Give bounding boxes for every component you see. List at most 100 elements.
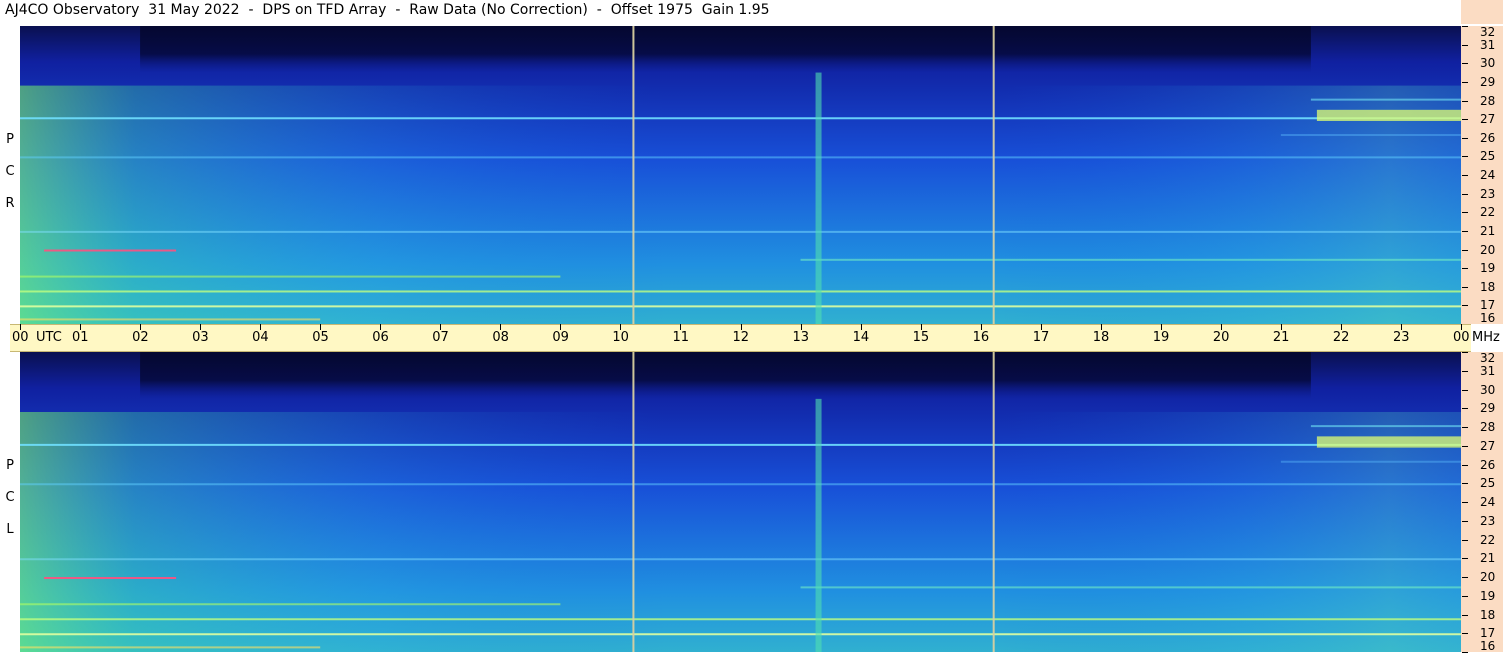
freq-tick-label: 18 — [1480, 607, 1496, 622]
freq-tick — [1462, 26, 1468, 27]
freq-tick — [1462, 352, 1468, 353]
freq-tick — [1462, 595, 1468, 597]
vertical-marker-line — [992, 352, 995, 652]
rcp-letter-p: R — [5, 196, 15, 211]
interference-line — [20, 558, 1461, 561]
interference-line — [20, 443, 1461, 446]
vertical-marker-line — [992, 26, 995, 324]
lcp-side-label: P C L — [0, 352, 20, 652]
freq-tick — [1462, 633, 1468, 635]
time-tick-label: 22 — [1332, 330, 1350, 345]
time-tick-label: 01 — [72, 330, 89, 345]
freq-tick — [1462, 652, 1468, 653]
quiet-band — [140, 352, 1311, 399]
interference-column — [815, 398, 822, 652]
rcp-letter-r: P — [6, 132, 14, 147]
time-tick-label: 05 — [312, 330, 329, 345]
interference-line — [20, 117, 1461, 120]
time-tick-label: 13 — [792, 330, 810, 345]
interference-line — [20, 305, 1461, 308]
freq-tick-label: 31 — [1480, 363, 1496, 378]
time-tick-label: 04 — [252, 330, 269, 345]
interference-line — [800, 586, 1461, 589]
freq-tick-label: 29 — [1480, 74, 1496, 89]
spectrogram-svg — [20, 352, 1461, 652]
freq-tick-label: 32 — [1480, 351, 1496, 365]
freq-tick — [1462, 268, 1468, 270]
freq-tick-label: 28 — [1480, 93, 1496, 108]
time-tick-label: 20 — [1212, 330, 1230, 345]
interference-line — [20, 318, 321, 321]
lcp-spectrogram — [20, 352, 1461, 652]
freq-tick-label: 26 — [1480, 130, 1496, 145]
spectrogram-svg — [20, 26, 1461, 324]
time-tick-label: 06 — [372, 330, 389, 345]
freq-tick-label: 21 — [1480, 551, 1496, 566]
freq-tick — [1462, 577, 1468, 578]
freq-tick-label: 23 — [1480, 513, 1496, 528]
freq-tick-label: 32 — [1480, 25, 1496, 39]
vertical-marker-line — [632, 26, 635, 324]
rcp-letter-c: C — [5, 164, 15, 179]
freq-tick-label: 17 — [1480, 626, 1496, 641]
lcp-letter-c: C — [5, 490, 15, 505]
freq-tick — [1462, 63, 1468, 65]
freq-tick — [1462, 193, 1468, 195]
chart-title: AJ4CO Observatory 31 May 2022 - DPS on T… — [5, 2, 770, 18]
freq-tick-label: 27 — [1480, 112, 1496, 127]
freq-tick — [1462, 408, 1468, 410]
time-tick-label: 03 — [192, 330, 209, 345]
mhz-unit-label: MHz — [1472, 330, 1500, 345]
time-tick-label: 08 — [492, 330, 509, 345]
interference-line — [20, 646, 321, 649]
time-tick-label: 18 — [1092, 330, 1110, 345]
freq-tick-label: 25 — [1480, 476, 1496, 491]
time-tick-label: 16 — [972, 330, 990, 345]
freq-tick-label: 16 — [1480, 311, 1496, 325]
interference-line — [44, 249, 177, 252]
cb-band-activity — [1316, 109, 1461, 121]
time-tick-label: 21 — [1272, 330, 1290, 345]
freq-tick-label: 24 — [1480, 495, 1496, 509]
time-tick-label: 02 — [132, 330, 149, 345]
freq-tick-label: 30 — [1480, 382, 1496, 397]
interference-line — [20, 618, 1461, 621]
freq-tick-label: 18 — [1480, 279, 1496, 294]
freq-tick-label: 30 — [1480, 56, 1496, 71]
interference-line — [20, 290, 1461, 293]
interference-line — [20, 633, 1461, 636]
time-tick-label: 11 — [672, 330, 689, 345]
freq-tick — [1462, 539, 1468, 541]
freq-tick-label: 22 — [1480, 205, 1496, 220]
freq-tick — [1462, 249, 1468, 251]
time-tick-label: 12 — [732, 330, 750, 345]
freq-tick-label: 20 — [1480, 570, 1496, 584]
freq-tick — [1462, 119, 1468, 121]
time-tick-label: 09 — [552, 330, 569, 345]
interference-line — [20, 156, 1461, 159]
time-tick-label: 14 — [852, 330, 870, 345]
freq-tick — [1462, 614, 1468, 616]
spectrogram-glow — [20, 412, 1461, 652]
freq-tick — [1462, 81, 1468, 83]
freq-tick-label: 20 — [1480, 242, 1496, 257]
interference-line — [1310, 98, 1461, 101]
freq-tick — [1462, 156, 1468, 158]
time-tick-label: 17 — [1032, 330, 1050, 345]
freq-tick — [1462, 464, 1468, 466]
freq-tick-label: 22 — [1480, 532, 1496, 547]
freq-tick-label: 31 — [1480, 37, 1496, 52]
freq-tick-label: 16 — [1480, 639, 1496, 653]
interference-line — [20, 603, 561, 606]
interference-line — [1280, 460, 1461, 463]
cb-band-activity — [1316, 436, 1461, 448]
freq-tick — [1462, 286, 1468, 288]
freq-tick — [1462, 175, 1468, 176]
interference-line — [1280, 134, 1461, 137]
freq-tick — [1462, 100, 1468, 102]
interference-line — [20, 483, 1461, 486]
freq-tick — [1462, 230, 1468, 232]
freq-tick — [1462, 389, 1468, 391]
time-tick-label: 15 — [912, 330, 930, 345]
time-tick-label: 07 — [432, 330, 449, 345]
